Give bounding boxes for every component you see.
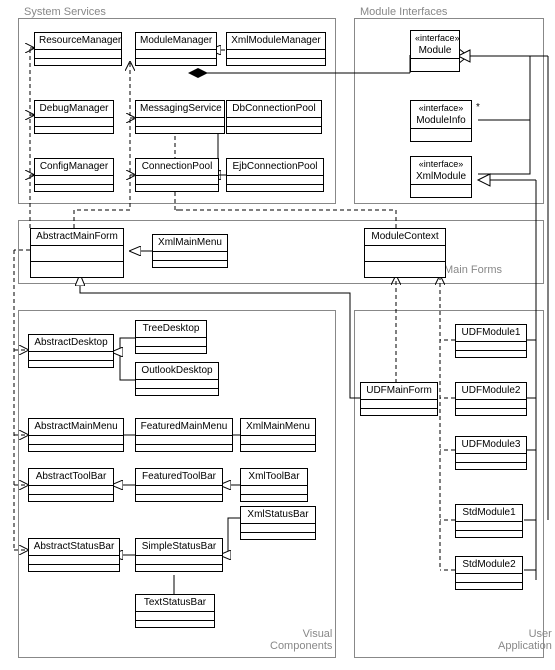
class-module-interface: «interface»Module: [410, 30, 460, 72]
class-xml-main-menu-mf: XmlMainMenu: [152, 234, 228, 268]
class-udf-main-form: UDFMainForm: [360, 382, 438, 416]
package-label: Module Interfaces: [360, 6, 447, 18]
class-xml-module-interface: «interface»XmlModule: [410, 156, 472, 198]
package-label: Main Forms: [444, 264, 502, 276]
class-tree-desktop: TreeDesktop: [135, 320, 207, 354]
class-config-manager: ConfigManager: [34, 158, 114, 192]
class-debug-manager: DebugManager: [34, 100, 114, 134]
class-xml-tool-bar: XmlToolBar: [240, 468, 308, 502]
class-module-info-interface: «interface»ModuleInfo: [410, 100, 472, 142]
class-text-status-bar: TextStatusBar: [135, 594, 215, 628]
class-resource-manager: ResourceManager: [34, 32, 122, 66]
class-featured-main-menu: FeaturedMainMenu: [135, 418, 233, 452]
class-connection-pool: ConnectionPool: [135, 158, 219, 192]
class-simple-status-bar: SimpleStatusBar: [135, 538, 223, 572]
class-udf-module-1: UDFModule1: [455, 324, 527, 358]
class-ejb-connection-pool: EjbConnectionPool: [226, 158, 324, 192]
diagram-canvas: System Services Module Interfaces Main F…: [0, 0, 555, 670]
package-user-application: [354, 310, 544, 658]
class-module-context: ModuleContext: [364, 228, 446, 278]
class-messaging-service: MessagingService: [135, 100, 225, 134]
class-udf-module-2: UDFModule2: [455, 382, 527, 416]
class-abstract-tool-bar: AbstractToolBar: [28, 468, 114, 502]
package-label: System Services: [24, 6, 106, 18]
class-outlook-desktop: OutlookDesktop: [135, 362, 219, 396]
class-abstract-status-bar: AbstractStatusBar: [28, 538, 120, 572]
class-xml-module-manager: XmlModuleManager: [226, 32, 326, 66]
class-abstract-main-menu: AbstractMainMenu: [28, 418, 124, 452]
class-db-connection-pool: DbConnectionPool: [226, 100, 322, 134]
class-xml-main-menu-vc: XmlMainMenu: [240, 418, 316, 452]
package-label: User Application: [498, 628, 552, 652]
class-featured-tool-bar: FeaturedToolBar: [135, 468, 223, 502]
class-std-module-2: StdModule2: [455, 556, 523, 590]
class-udf-module-3: UDFModule3: [455, 436, 527, 470]
class-module-manager: ModuleManager: [135, 32, 217, 66]
class-std-module-1: StdModule1: [455, 504, 523, 538]
class-xml-status-bar: XmlStatusBar: [240, 506, 316, 540]
class-abstract-main-form: AbstractMainForm: [30, 228, 124, 278]
package-label: Visual Components: [270, 628, 332, 652]
class-abstract-desktop: AbstractDesktop: [28, 334, 114, 368]
